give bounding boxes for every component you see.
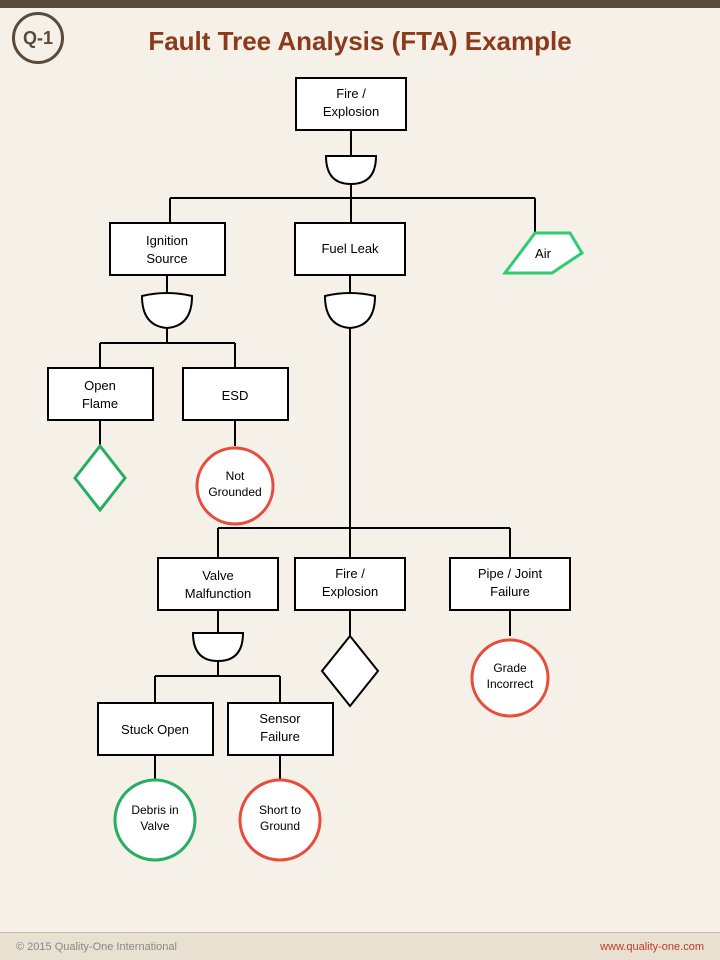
svg-text:Flame: Flame [82,396,118,411]
diagram-container: Fire / Explosion Ignition Source Fuel Le… [0,68,720,938]
svg-text:Malfunction: Malfunction [185,586,251,601]
svg-text:Pipe / Joint: Pipe / Joint [478,566,543,581]
svg-text:Fuel Leak: Fuel Leak [321,241,379,256]
node-fire2-event [322,636,378,706]
svg-text:Incorrect: Incorrect [487,677,534,691]
svg-text:Valve: Valve [202,568,234,583]
node-open-flame [48,368,153,420]
svg-text:Sensor: Sensor [259,711,301,726]
svg-text:Short to: Short to [259,803,301,817]
svg-text:Open: Open [84,378,116,393]
svg-text:Failure: Failure [260,729,300,744]
svg-text:Ground: Ground [260,819,300,833]
page-title: Fault Tree Analysis (FTA) Example [0,8,720,67]
svg-text:Source: Source [146,251,187,266]
svg-text:Grade: Grade [493,661,527,675]
node-ignition [110,223,225,275]
node-open-flame-event [75,446,125,510]
svg-text:Valve: Valve [140,819,169,833]
svg-text:ESD: ESD [222,388,249,403]
logo-badge: Q-1 [12,12,64,64]
svg-text:Debris in: Debris in [131,803,178,817]
top-bar [0,0,720,8]
svg-text:Fire /: Fire / [336,86,366,101]
footer: © 2015 Quality-One International www.qua… [0,932,720,960]
fta-diagram: Fire / Explosion Ignition Source Fuel Le… [0,68,720,938]
svg-text:Failure: Failure [490,584,530,599]
svg-text:Fire /: Fire / [335,566,365,581]
svg-text:Ignition: Ignition [146,233,188,248]
node-valve-malfunction [158,558,278,610]
logo-text: Q-1 [23,28,53,49]
svg-text:Air: Air [535,246,552,261]
svg-text:Grounded: Grounded [208,485,261,499]
svg-text:Explosion: Explosion [323,104,379,119]
svg-text:Stuck Open: Stuck Open [121,722,189,737]
svg-text:Explosion: Explosion [322,584,378,599]
footer-website: www.quality-one.com [600,941,704,953]
svg-text:Not: Not [226,469,245,483]
footer-copyright: © 2015 Quality-One International [16,941,177,953]
